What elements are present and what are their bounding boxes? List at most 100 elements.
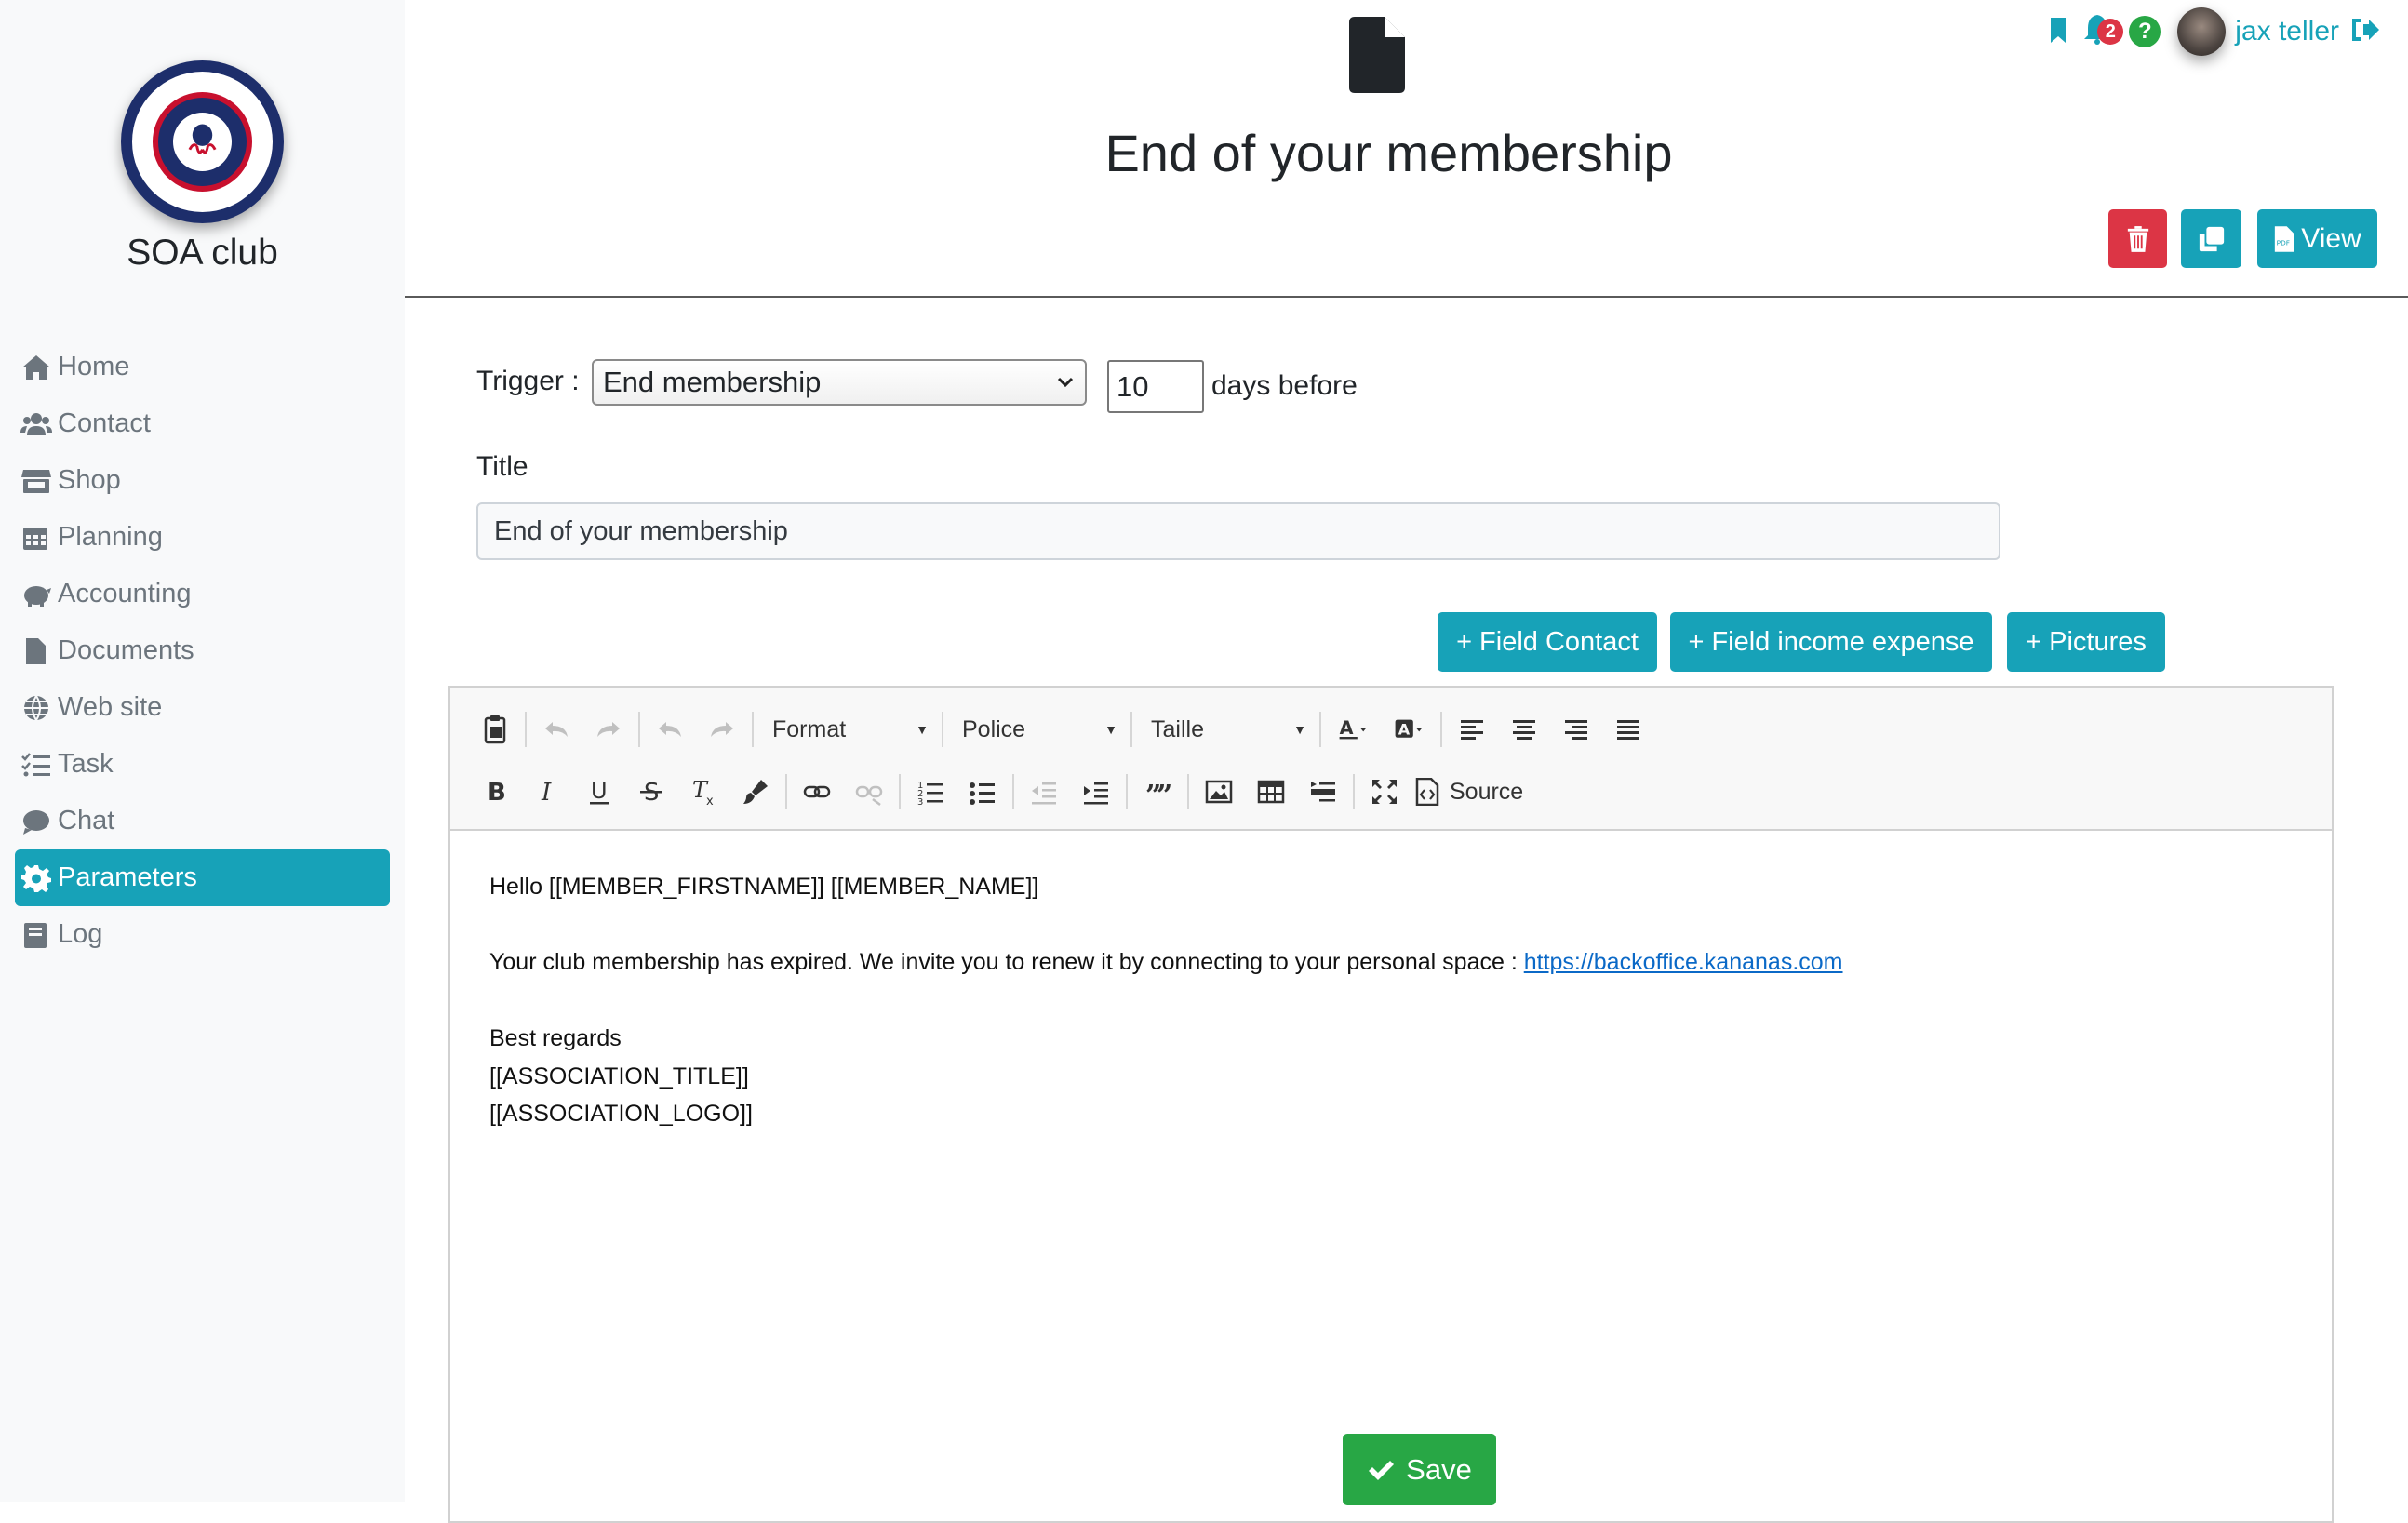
numbered-list-icon[interactable]: 123 — [904, 768, 957, 815]
notifications-button[interactable]: 2 — [2082, 13, 2124, 50]
font-label: Police — [962, 715, 1026, 742]
sidebar-nav: Home Contact Shop Planning Accounting Do… — [15, 339, 390, 963]
underline-icon[interactable]: U — [573, 768, 625, 815]
paste-word-icon[interactable] — [469, 706, 521, 753]
toolbar-separator — [1319, 712, 1321, 747]
view-button-label: View — [2301, 222, 2361, 254]
logo-center — [173, 113, 232, 171]
table-icon[interactable] — [1245, 768, 1297, 815]
svg-text:”: ” — [1157, 780, 1172, 807]
font-dropdown[interactable]: Police ▼ — [947, 706, 1127, 753]
delete-button[interactable] — [2108, 209, 2167, 268]
unlink-icon[interactable] — [843, 768, 895, 815]
toolbar-separator — [1187, 774, 1189, 809]
sidebar-item-log[interactable]: Log — [15, 906, 390, 963]
align-right-icon[interactable] — [1550, 706, 1602, 753]
header-divider — [405, 296, 2408, 298]
copy-icon — [2199, 226, 2224, 251]
format-painter-icon[interactable] — [729, 768, 782, 815]
fullscreen-icon[interactable] — [1358, 768, 1411, 815]
size-label: Taille — [1151, 715, 1204, 742]
toolbar-row-2: B I U S Tx 123 ”” Source — [469, 768, 1523, 815]
history-forward-icon[interactable] — [696, 706, 748, 753]
editor-toolbar: Format ▼ Police ▼ Taille ▼ A A B I U S Tx — [450, 688, 2332, 831]
bold-icon[interactable]: B — [469, 768, 521, 815]
sidebar-item-documents[interactable]: Documents — [15, 622, 390, 679]
toolbar-separator — [899, 774, 901, 809]
view-pdf-button[interactable]: PDF View — [2257, 209, 2377, 268]
indent-icon[interactable] — [1070, 768, 1122, 815]
align-justify-icon[interactable] — [1602, 706, 1654, 753]
toolbar-separator — [1440, 712, 1442, 747]
logo-ring-inner — [153, 92, 252, 192]
user-toolbar: 2 ? jax teller — [2043, 7, 2380, 56]
save-button[interactable]: Save — [1343, 1434, 1496, 1505]
trigger-select[interactable]: End membership — [592, 359, 1087, 406]
bookmark-icon[interactable] — [2043, 15, 2073, 49]
save-button-label: Save — [1406, 1452, 1472, 1486]
history-back-icon[interactable] — [644, 706, 696, 753]
avatar[interactable] — [2177, 7, 2227, 56]
sidebar-item-task[interactable]: Task — [15, 736, 390, 793]
horizontal-rule-icon[interactable] — [1297, 768, 1349, 815]
logout-button[interactable] — [2348, 15, 2380, 49]
sidebar-item-website[interactable]: Web site — [15, 679, 390, 736]
outdent-icon[interactable] — [1018, 768, 1070, 815]
strikethrough-icon[interactable]: S — [625, 768, 677, 815]
svg-text:B: B — [488, 779, 506, 807]
format-dropdown[interactable]: Format ▼ — [757, 706, 938, 753]
duplicate-button[interactable] — [2181, 209, 2241, 268]
bulleted-list-icon[interactable] — [957, 768, 1009, 815]
sidebar-item-chat[interactable]: Chat — [15, 793, 390, 849]
background-color-icon[interactable]: A — [1381, 706, 1437, 753]
pdf-icon: PDF — [2275, 225, 2294, 252]
sidebar-item-shop[interactable]: Shop — [15, 452, 390, 509]
clear-format-icon[interactable]: Tx — [677, 768, 729, 815]
sidebar-item-accounting[interactable]: Accounting — [15, 566, 390, 622]
align-left-icon[interactable] — [1446, 706, 1498, 753]
help-button[interactable]: ? — [2129, 16, 2161, 47]
sidebar-item-label: Planning — [58, 522, 163, 552]
toolbar-separator — [638, 712, 640, 747]
users-icon — [20, 412, 52, 435]
editor-line-regards: Best regards — [489, 1025, 622, 1051]
sidebar-item-parameters[interactable]: Parameters — [15, 849, 390, 906]
text-color-icon[interactable]: A — [1325, 706, 1381, 753]
book-icon — [24, 922, 47, 948]
notification-badge: 2 — [2097, 19, 2124, 45]
club-logo[interactable] — [121, 60, 284, 223]
sidebar-item-contact[interactable]: Contact — [15, 395, 390, 452]
svg-text:PDF: PDF — [2277, 238, 2290, 247]
link-icon[interactable] — [791, 768, 843, 815]
add-field-income-expense-button[interactable]: + Field income expense — [1670, 612, 1992, 672]
sidebar: SOA club Home Contact Shop Planning Acco… — [0, 0, 405, 1502]
blockquote-icon[interactable]: ”” — [1131, 768, 1184, 815]
svg-text:A: A — [1340, 717, 1354, 739]
title-input[interactable]: End of your membership — [476, 502, 2000, 560]
add-pictures-button[interactable]: + Pictures — [2007, 612, 2165, 672]
add-field-contact-button[interactable]: + Field Contact — [1438, 612, 1657, 672]
size-dropdown[interactable]: Taille ▼ — [1136, 706, 1316, 753]
dropdown-caret-icon: ▼ — [916, 722, 929, 737]
sidebar-item-label: Chat — [58, 806, 115, 835]
dropdown-caret-icon: ▼ — [1104, 722, 1117, 737]
image-icon[interactable] — [1193, 768, 1245, 815]
document-icon — [1349, 17, 1405, 93]
rich-text-editor: Format ▼ Police ▼ Taille ▼ A A B I U S Tx — [448, 686, 2334, 1523]
sidebar-item-planning[interactable]: Planning — [15, 509, 390, 566]
italic-icon[interactable]: I — [521, 768, 573, 815]
redo-icon[interactable] — [582, 706, 635, 753]
sidebar-item-home[interactable]: Home — [15, 339, 390, 395]
days-before-input[interactable]: 10 — [1107, 360, 1204, 413]
comment-icon — [23, 809, 49, 835]
undo-icon[interactable] — [530, 706, 582, 753]
trigger-label: Trigger : — [476, 366, 580, 396]
backoffice-link[interactable]: https://backoffice.kananas.com — [1524, 949, 1843, 975]
club-name: SOA club — [127, 233, 278, 273]
sidebar-item-label: Contact — [58, 408, 151, 438]
user-name-link[interactable]: jax teller — [2235, 16, 2339, 47]
sidebar-item-label: Log — [58, 919, 103, 949]
editor-line-greeting: Hello [[MEMBER_FIRSTNAME]] [[MEMBER_NAME… — [489, 874, 1039, 900]
source-button[interactable]: Source — [1411, 778, 1523, 806]
align-center-icon[interactable] — [1498, 706, 1550, 753]
